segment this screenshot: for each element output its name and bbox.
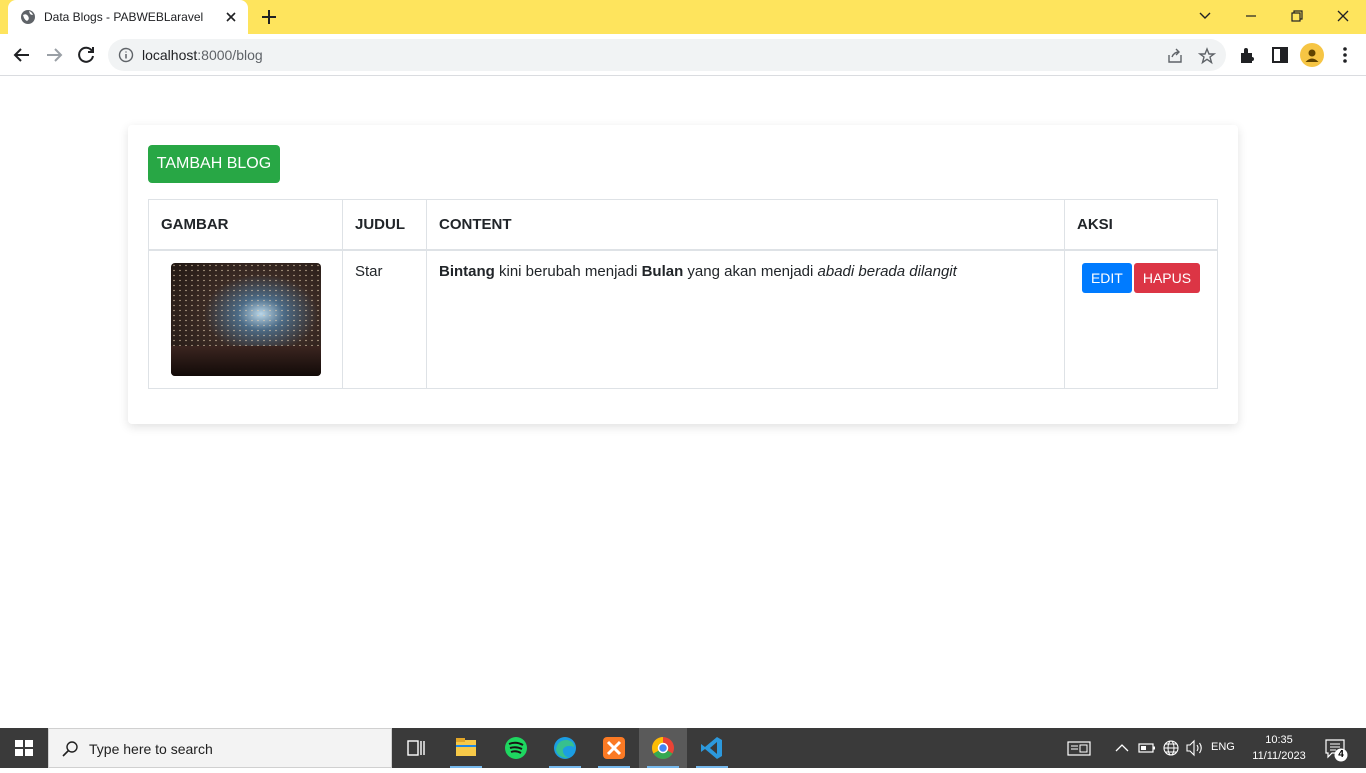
close-window-icon[interactable]	[1330, 4, 1356, 28]
globe-icon	[21, 10, 35, 24]
close-tab-icon[interactable]	[222, 8, 240, 26]
search-placeholder: Type here to search	[89, 741, 213, 757]
blog-image	[170, 262, 321, 376]
task-view-icon[interactable]	[392, 728, 440, 768]
language-indicator[interactable]: ENG	[1211, 741, 1235, 753]
back-icon[interactable]	[10, 43, 34, 67]
xampp-icon[interactable]	[590, 728, 638, 768]
windows-taskbar: Type here to search ENG 10:35 11/11/2023…	[0, 728, 1366, 768]
header-gambar: GAMBAR	[148, 199, 343, 251]
tab-title: Data Blogs - PABWEBLaravel	[44, 10, 204, 24]
battery-icon[interactable]	[1137, 728, 1157, 768]
forward-icon[interactable]	[42, 43, 66, 67]
chrome-icon[interactable]	[639, 728, 687, 768]
browser-tab[interactable]: Data Blogs - PABWEBLaravel	[8, 0, 248, 34]
spotify-icon[interactable]	[492, 728, 540, 768]
header-content: CONTENT	[426, 199, 1065, 251]
taskbar-clock[interactable]: 10:35 11/11/2023	[1246, 732, 1312, 764]
side-panel-icon[interactable]	[1269, 44, 1291, 66]
vscode-icon[interactable]	[688, 728, 736, 768]
file-explorer-icon[interactable]	[442, 728, 490, 768]
notification-count: 4	[1338, 749, 1344, 760]
network-globe-icon[interactable]	[1161, 728, 1181, 768]
content-italic: abadi berada dilangit	[817, 262, 957, 280]
browser-tab-bar: Data Blogs - PABWEBLaravel	[0, 0, 1366, 34]
taskbar-search-box[interactable]: Type here to search	[48, 728, 392, 768]
bookmark-star-icon[interactable]	[1198, 47, 1216, 65]
user-icon	[1305, 49, 1319, 62]
content-bold-bulan: Bulan	[641, 262, 684, 280]
url-text: localhost:8000/blog	[142, 47, 263, 63]
cell-content: Bintang kini berubah menjadi Bulan yang …	[426, 249, 1065, 389]
page-content: TAMBAH BLOG GAMBAR JUDUL CONTENT AKSI St…	[0, 77, 1366, 728]
table-row: Star Bintang kini berubah menjadi Bulan …	[148, 249, 1218, 389]
reload-icon[interactable]	[74, 43, 98, 67]
clock-time: 10:35	[1265, 734, 1293, 746]
cell-gambar	[148, 249, 343, 389]
edit-button[interactable]: EDIT	[1081, 262, 1132, 293]
blog-card: TAMBAH BLOG GAMBAR JUDUL CONTENT AKSI St…	[128, 125, 1238, 424]
add-blog-button[interactable]: TAMBAH BLOG	[148, 145, 280, 183]
show-hidden-icons-chevron-icon[interactable]	[1112, 728, 1132, 768]
cell-judul: Star	[342, 249, 427, 389]
new-tab-icon[interactable]	[258, 6, 280, 28]
volume-icon[interactable]	[1184, 728, 1206, 768]
info-icon[interactable]	[118, 47, 134, 63]
share-icon[interactable]	[1166, 47, 1184, 65]
delete-button[interactable]: HAPUS	[1133, 262, 1201, 293]
minimize-icon[interactable]	[1238, 4, 1264, 28]
address-bar[interactable]: localhost:8000/blog	[108, 39, 1226, 71]
extensions-icon[interactable]	[1237, 44, 1259, 66]
edge-icon[interactable]	[541, 728, 589, 768]
content-bold-bintang: Bintang	[439, 262, 495, 280]
browser-toolbar: localhost:8000/blog	[0, 34, 1366, 76]
windows-start-icon[interactable]	[0, 728, 48, 768]
blog-table: GAMBAR JUDUL CONTENT AKSI Star Bintang k…	[148, 199, 1218, 389]
restore-icon[interactable]	[1284, 4, 1310, 28]
header-aksi: AKSI	[1064, 199, 1218, 251]
header-judul: JUDUL	[342, 199, 427, 251]
notification-center-icon[interactable]: 4	[1322, 728, 1350, 768]
content-text: yang akan menjadi	[683, 262, 818, 280]
content-text: kini berubah menjadi	[494, 262, 642, 280]
table-header-row: GAMBAR JUDUL CONTENT AKSI	[148, 199, 1218, 251]
clock-date: 11/11/2023	[1252, 750, 1306, 762]
menu-kebab-icon[interactable]	[1334, 44, 1356, 66]
search-icon	[62, 741, 78, 757]
profile-avatar[interactable]	[1300, 43, 1324, 67]
tablet-mode-icon[interactable]	[1066, 728, 1092, 768]
tab-search-chevron-icon[interactable]	[1192, 4, 1218, 28]
cell-aksi: EDIT HAPUS	[1064, 249, 1218, 389]
